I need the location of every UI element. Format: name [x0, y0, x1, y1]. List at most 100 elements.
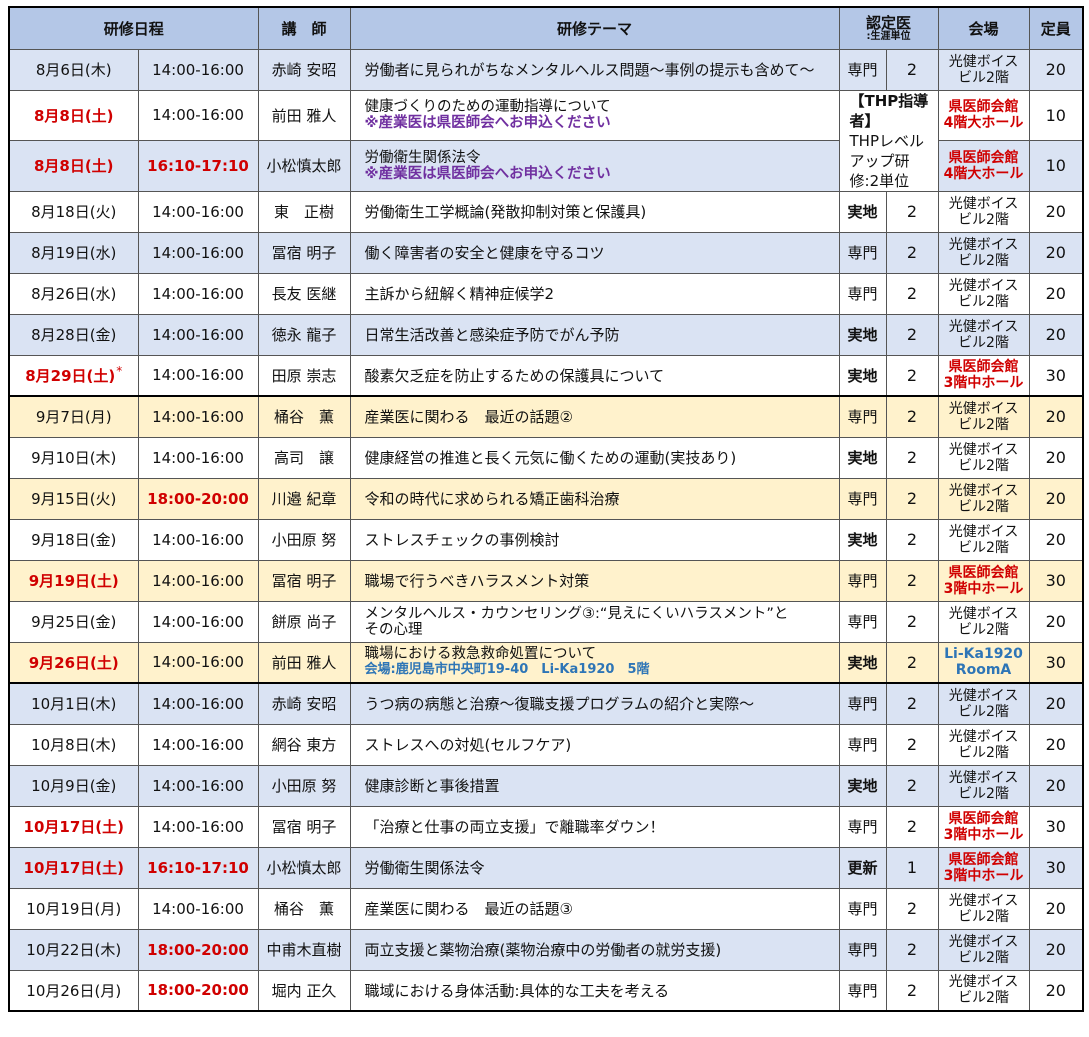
venue-line-1: 光健ボイス — [948, 933, 1019, 950]
cell-lecturer: 小田原 努 — [257, 518, 351, 561]
cell-theme: 職場で行うべきハラスメント対策 — [349, 559, 840, 602]
cell-units: 2 — [885, 190, 939, 233]
venue-line-2: ビル2階 — [958, 457, 1009, 474]
cell-theme: 産業医に関わる 最近の話題② — [349, 395, 840, 438]
cell-venue: 県医師会館 4階大ホール — [937, 89, 1030, 141]
venue-line-2: ビル2階 — [958, 949, 1009, 966]
header-credit-main: 認定医 — [866, 13, 912, 32]
cell-category: 更新 — [838, 846, 887, 889]
cell-capacity: 10 — [1028, 140, 1084, 192]
header-row: 研修日程 講 師 研修テーマ 認定医 :生涯単位 会場 定員 — [8, 6, 1084, 50]
cell-units: 2 — [885, 272, 939, 315]
theme-text: 労働衛生関係法令 — [364, 149, 481, 166]
venue-line-1: 光健ボイス — [948, 687, 1019, 704]
cell-venue: 光健ボイス ビル2階 — [937, 313, 1030, 356]
cell-capacity: 20 — [1028, 723, 1084, 766]
theme-note: ※産業医は県医師会へお申込ください — [364, 165, 611, 182]
venue-line-2: 3階中ホール — [943, 375, 1024, 392]
header-lecturer: 講 師 — [257, 6, 351, 50]
table-row: 10月1日(木) 14:00-16:00 赤崎 安昭 うつ病の病態と治療～復職支… — [8, 682, 1084, 725]
schedule-table-wrapper: 研修日程 講 師 研修テーマ 認定医 :生涯単位 会場 定員 8月6日(木) 1… — [8, 6, 1085, 1012]
cell-capacity: 30 — [1028, 559, 1084, 602]
cell-units: 2 — [885, 969, 939, 1012]
table-row: 9月18日(金) 14:00-16:00 小田原 努 ストレスチェックの事例検討… — [8, 518, 1084, 561]
thp-info-box: 【THP指導者】 THPレベルアップ研修:2単位 — [838, 89, 939, 192]
cell-lecturer: 赤崎 安昭 — [257, 682, 351, 725]
cell-theme: 健康診断と事後措置 — [349, 764, 840, 807]
cell-theme: ストレスへの対処(セルフケア) — [349, 723, 840, 766]
cell-units: 2 — [885, 805, 939, 848]
venue-line-1: 県医師会館 — [948, 99, 1019, 116]
cell-theme: 健康づくりのための運動指導について ※産業医は県医師会へお申込ください — [349, 89, 840, 141]
cell-capacity: 30 — [1028, 846, 1084, 889]
cell-date: 8月29日(土)* — [8, 354, 139, 397]
cell-lecturer: 東 正樹 — [257, 190, 351, 233]
venue-line-2: ビル2階 — [958, 416, 1009, 433]
cell-time: 14:00-16:00 — [137, 272, 259, 315]
cell-date: 8月28日(金) — [8, 313, 139, 356]
cell-lecturer: 小松慎太郎 — [257, 140, 351, 192]
cell-time: 14:00-16:00 — [137, 682, 259, 725]
cell-capacity: 20 — [1028, 436, 1084, 479]
cell-category: 実地 — [838, 313, 887, 356]
cell-date: 9月19日(土) — [8, 559, 139, 602]
cell-time: 14:00-16:00 — [137, 354, 259, 397]
cell-theme: 健康経営の推進と長く元気に働くための運動(実技あり) — [349, 436, 840, 479]
venue-line-1: 光健ボイス — [948, 974, 1019, 991]
cell-capacity: 20 — [1028, 600, 1084, 643]
cell-capacity: 20 — [1028, 395, 1084, 438]
header-theme: 研修テーマ — [349, 6, 840, 50]
cell-capacity: 20 — [1028, 313, 1084, 356]
venue-line-2: ビル2階 — [958, 69, 1009, 86]
table-row: 9月25日(金) 14:00-16:00 餅原 尚子 メンタルヘルス・カウンセリ… — [8, 600, 1084, 643]
cell-category: 実地 — [838, 436, 887, 479]
cell-category: 実地 — [838, 518, 887, 561]
cell-capacity: 30 — [1028, 641, 1084, 684]
venue-line-2: ビル2階 — [958, 990, 1009, 1007]
theme-note: 会場:鹿児島市中央町19-40 Li-Ka1920 5階 — [364, 662, 650, 678]
cell-time: 14:00-16:00 — [137, 805, 259, 848]
venue-line-2: 4階大ホール — [943, 115, 1024, 132]
cell-lecturer: 小松慎太郎 — [257, 846, 351, 889]
theme-text: メンタルヘルス・カウンセリング③:“見えにくいハラスメント”と — [364, 605, 789, 622]
venue-line-2: ビル2階 — [958, 703, 1009, 720]
cell-units: 2 — [885, 231, 939, 274]
table-row: 10月8日(木) 14:00-16:00 網谷 東方 ストレスへの対処(セルフケ… — [8, 723, 1084, 766]
cell-theme: 両立支援と薬物治療(薬物治療中の労働者の就労支援) — [349, 928, 840, 971]
cell-units: 2 — [885, 313, 939, 356]
cell-venue: 光健ボイス ビル2階 — [937, 928, 1030, 971]
cell-time: 14:00-16:00 — [137, 89, 259, 141]
cell-date: 8月18日(火) — [8, 190, 139, 233]
cell-units: 2 — [885, 559, 939, 602]
thp-box-body: THPレベルアップ研修:2単位 — [849, 131, 925, 190]
cell-date: 9月18日(金) — [8, 518, 139, 561]
table-row: 10月19日(月) 14:00-16:00 桶谷 薫 産業医に関わる 最近の話題… — [8, 887, 1084, 930]
cell-date: 8月19日(水) — [8, 231, 139, 274]
cell-capacity: 10 — [1028, 89, 1084, 141]
cell-time: 14:00-16:00 — [137, 764, 259, 807]
cell-category: 専門 — [838, 682, 887, 725]
cell-theme: ストレスチェックの事例検討 — [349, 518, 840, 561]
venue-line-1: 光健ボイス — [948, 605, 1019, 622]
cell-date: 9月10日(木) — [8, 436, 139, 479]
cell-category: 実地 — [838, 190, 887, 233]
cell-venue: 光健ボイス ビル2階 — [937, 600, 1030, 643]
theme-text: 健康づくりのための運動指導について — [364, 99, 611, 116]
cell-venue: 光健ボイス ビル2階 — [937, 436, 1030, 479]
cell-venue: 光健ボイス ビル2階 — [937, 190, 1030, 233]
cell-units: 2 — [885, 641, 939, 684]
cell-units: 1 — [885, 846, 939, 889]
cell-date: 8月8日(土) — [8, 140, 139, 192]
header-credit-sub: :生涯単位 — [866, 30, 911, 42]
table-row: 8月18日(火) 14:00-16:00 東 正樹 労働衛生工学概論(発散抑制対… — [8, 190, 1084, 233]
cell-time: 14:00-16:00 — [137, 190, 259, 233]
venue-line-2: ビル2階 — [958, 211, 1009, 228]
cell-date: 10月1日(木) — [8, 682, 139, 725]
venue-line-1: 光健ボイス — [948, 482, 1019, 499]
cell-lecturer: 網谷 東方 — [257, 723, 351, 766]
theme-text-line-2: その心理 — [364, 621, 423, 638]
cell-units: 2 — [885, 354, 939, 397]
cell-date: 10月8日(木) — [8, 723, 139, 766]
cell-category: 専門 — [838, 395, 887, 438]
venue-line-1: 光健ボイス — [948, 400, 1019, 417]
